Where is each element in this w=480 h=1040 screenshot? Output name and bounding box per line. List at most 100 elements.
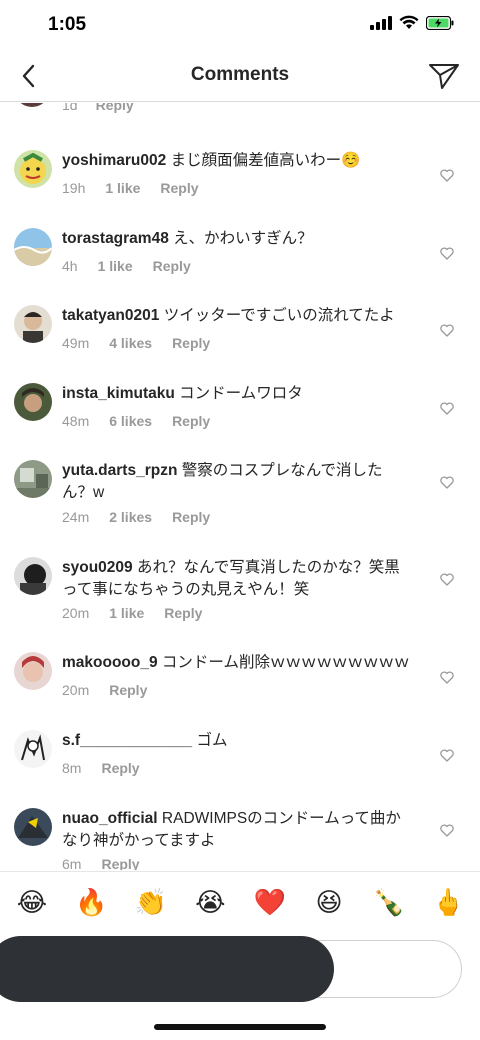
comment-meta: 49m 4 likes Reply [62,335,230,351]
heart-outline-icon[interactable] [440,169,454,182]
comments-list[interactable]: 1d Reply yoshimaru002 まじ顔面偏差値高いわー☺️ 19h … [0,103,480,870]
comment-body: ゴム [196,732,228,749]
partial-comment: 1d Reply [0,103,480,121]
comment-meta: 8m Reply [62,760,160,776]
comment-body: まじ顔面偏差値高いわー☺️ [170,152,361,169]
emoji-sob[interactable]: 😭 [194,887,226,918]
heart-outline-icon[interactable] [440,671,454,684]
comment-text: makooooo_9 コンドーム削除ｗｗｗｗｗｗｗｗｗ [62,652,422,674]
avatar[interactable] [14,228,52,266]
emoji-bar: 😂 🔥 👏 😭 ❤️ 😆 🍾 🖕 [0,871,480,933]
emoji-laughing[interactable]: 😆 [313,887,345,918]
comment-username[interactable]: takatyan0201 [62,307,159,324]
comment-input-area [0,934,480,1004]
heart-outline-icon[interactable] [440,324,454,337]
comment-meta: 6m Reply [62,856,160,870]
reply-button[interactable]: Reply [160,180,198,196]
avatar[interactable] [14,557,52,595]
comment-username[interactable]: syou0209 [62,559,133,576]
comment-input-overlay [0,936,334,1002]
comment-time: 19h [62,180,86,196]
wifi-icon [399,15,419,29]
comment-text: nuao_official RADWIMPSのコンドームって曲かなり神がかってま… [62,808,402,852]
comment-text: insta_kimutaku コンドームワロタ [62,383,422,405]
comment-username[interactable]: torastagram48 [62,230,169,247]
like-count[interactable]: 2 likes [109,509,152,525]
comment-time: 1d [62,103,78,113]
heart-outline-icon[interactable] [440,573,454,586]
avatar[interactable] [14,652,52,690]
avatar[interactable] [14,808,52,846]
avatar [14,103,50,107]
reply-button[interactable]: Reply [172,335,210,351]
avatar[interactable] [14,305,52,343]
comment-time: 20m [62,682,90,698]
reply-button[interactable]: Reply [109,682,147,698]
emoji-champagne[interactable]: 🍾 [373,887,405,918]
home-indicator [154,1024,326,1030]
avatar[interactable] [14,150,52,188]
status-time: 1:05 [48,14,87,35]
heart-outline-icon[interactable] [440,749,454,762]
reply-button[interactable]: Reply [172,413,210,429]
comment-time: 6m [62,856,82,870]
comment-meta: 20m Reply [62,682,167,698]
reply-button[interactable]: Reply [101,856,139,870]
emoji-middle-finger[interactable]: 🖕 [432,887,464,918]
avatar[interactable] [14,730,52,768]
avatar[interactable] [14,460,52,498]
comment-body: コンドーム削除ｗｗｗｗｗｗｗｗｗ [161,654,410,671]
comment-time: 48m [62,413,90,429]
heart-outline-icon[interactable] [440,247,454,260]
cellular-signal-icon [370,15,392,30]
comment-text: s.f_____________ ゴム [62,730,422,752]
reply-button[interactable]: Reply [101,760,139,776]
comment-username[interactable]: s.f_____________ [62,732,192,749]
like-count[interactable]: 4 likes [109,335,152,351]
status-icons [370,15,454,30]
comment-meta: 19h 1 like Reply [62,180,219,196]
avatar[interactable] [14,383,52,421]
comment-time: 49m [62,335,90,351]
comment-username[interactable]: insta_kimutaku [62,385,175,402]
comment-meta: 20m 1 like Reply [62,605,222,621]
comment-body: え、かわいすぎん？ [173,230,313,247]
comment-username[interactable]: makooooo_9 [62,654,158,671]
comment-username[interactable]: nuao_official [62,810,158,827]
paper-plane-icon[interactable] [428,62,460,90]
comment-text: syou0209 あれ？なんで写真消したのかな？笑黒って事になちゃうの丸見えやん… [62,557,402,601]
heart-outline-icon[interactable] [440,476,454,489]
comment-username[interactable]: yoshimaru002 [62,152,166,169]
comment-time: 4h [62,258,78,274]
comment-body: ツイッターですごいの流れてたよ [163,307,395,324]
heart-outline-icon[interactable] [440,824,454,837]
comment-text: torastagram48 え、かわいすぎん？ [62,228,422,250]
comment-text: yoshimaru002 まじ顔面偏差値高いわー☺️ [62,150,422,172]
reply-button[interactable]: Reply [96,103,134,113]
heart-outline-icon[interactable] [440,402,454,415]
comment-time: 24m [62,509,90,525]
comment-meta: 48m 6 likes Reply [62,413,230,429]
like-count[interactable]: 1 like [105,180,140,196]
comment-meta: 24m 2 likes Reply [62,509,230,525]
page-title: Comments [190,64,290,85]
comment-time: 20m [62,605,90,621]
reply-button[interactable]: Reply [172,509,210,525]
reply-button[interactable]: Reply [153,258,191,274]
comment-text: takatyan0201 ツイッターですごいの流れてたよ [62,305,422,327]
like-count[interactable]: 1 like [109,605,144,621]
battery-charging-icon [426,15,454,30]
emoji-joy[interactable]: 😂 [16,887,48,918]
reply-button[interactable]: Reply [164,605,202,621]
emoji-fire[interactable]: 🔥 [75,887,107,918]
emoji-clap[interactable]: 👏 [135,887,167,918]
comment-time: 8m [62,760,82,776]
like-count[interactable]: 6 likes [109,413,152,429]
comment-username[interactable]: yuta.darts_rpzn [62,462,177,479]
comment-body: コンドームワロタ [179,385,303,402]
comment-meta: 4h 1 like Reply [62,258,211,274]
emoji-heart[interactable]: ❤️ [254,887,286,918]
comment-text: yuta.darts_rpzn 警察のコスプレなんで消したん？w [62,460,402,504]
like-count[interactable]: 1 like [98,258,133,274]
status-bar: 1:05 [0,0,480,52]
